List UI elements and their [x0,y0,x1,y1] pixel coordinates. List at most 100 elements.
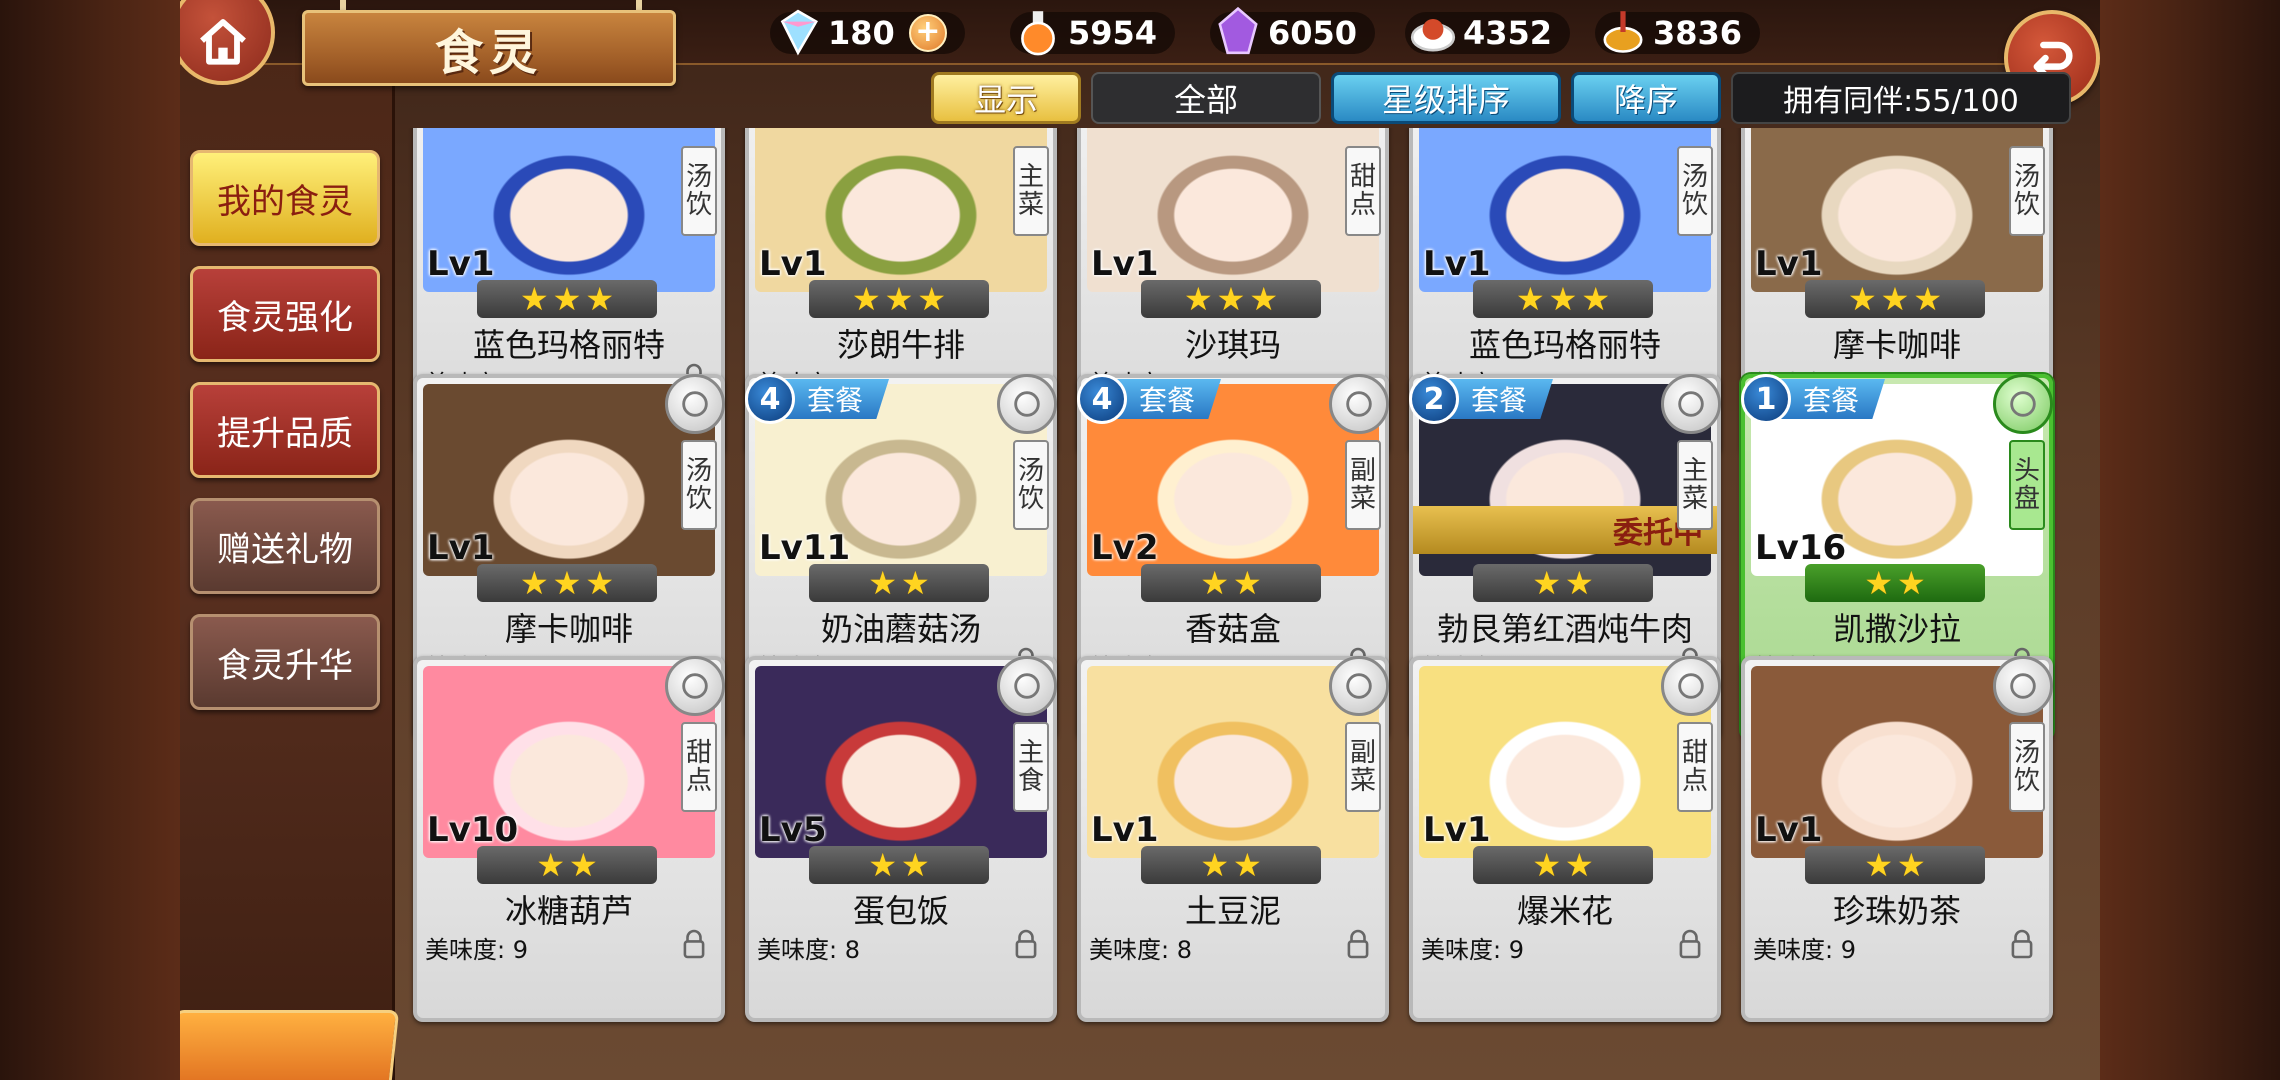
set-label: 套餐 [1115,379,1222,419]
page-title: 食灵 [302,10,676,86]
spirit-card[interactable]: Lv10 ★ ★ 冰糖葫芦 美味度: 9甜点 [413,656,725,1022]
all-filter-dropdown[interactable]: 全部 [1091,72,1321,124]
spirit-name: 凯撒沙拉 [1832,610,1961,648]
sidebar-item-my-spirits[interactable]: 我的食灵 [190,150,380,246]
spirit-card[interactable]: Lv1 ★ ★ 珍珠奶茶 美味度: 9汤饮 [1741,656,2053,1022]
spirit-card[interactable]: Lv1 ★ ★ 土豆泥 美味度: 8副菜 [1077,656,1389,1022]
dish-category-char: 副 [1349,456,1376,486]
spirit-name: 蓝色玛格丽特 [1468,326,1661,364]
dish-type-icon [1329,656,1389,716]
star-icon: ★ [519,564,549,602]
show-filter-button[interactable]: 显示 [931,72,1081,124]
dish-type-icon [1329,374,1389,434]
lock-icon[interactable] [1677,928,1703,960]
spirit-level: Lv1 [1423,244,1491,284]
star-icon: ★ [536,846,565,884]
spirit-level: Lv2 [1091,528,1159,568]
star-icon: ★ [552,564,582,602]
star-icon: ★ [1581,280,1611,318]
lock-icon[interactable] [1013,928,1039,960]
star-icon: ★ [1183,280,1213,318]
dish-type-icon [1993,656,2053,716]
dish-category-char: 饮 [2013,190,2040,220]
spirit-name: 土豆泥 [1184,892,1281,930]
dish-category: 汤饮 [681,146,717,236]
dish-category: 汤饮 [681,440,717,530]
star-icon: ★ [569,846,598,884]
orange-corner-tab[interactable] [180,1010,400,1080]
meat-food-icon [1410,19,1456,52]
star-sort-button[interactable]: 星级排序 [1331,72,1561,124]
set-label: 套餐 [1779,379,1886,419]
dish-category: 汤饮 [2009,722,2045,812]
star-rating: ★ ★ ★ [477,564,657,602]
star-icon: ★ [1897,846,1926,884]
dish-type-icon [665,374,725,434]
dish-category-char: 汤 [2013,738,2040,768]
lock-icon[interactable] [681,928,707,960]
dish-type-icon [665,656,725,716]
lock-icon[interactable] [1345,928,1371,960]
star-icon: ★ [552,280,582,318]
spirit-card-grid: Lv1★★★蓝色玛格丽特美味度: 11生命:102/102汤饮Lv1★★★莎朗牛… [405,128,2085,1080]
star-rating: ★ ★ [1473,564,1653,602]
dish-category: 头盘 [2009,440,2045,530]
star-icon: ★ [1233,564,1262,602]
taste-value: 美味度: 9 [1753,936,1856,964]
spirit-name: 奶油蘑菇汤 [820,610,981,648]
star-icon: ★ [1548,280,1578,318]
resource-drum: 3836 [1595,11,1761,54]
dish-category-char: 汤 [1681,162,1708,192]
spirit-level: Lv16 [1755,528,1847,568]
star-icon: ★ [1532,846,1561,884]
star-icon: ★ [519,280,549,318]
dish-category-char: 甜 [1681,738,1708,768]
set-meal-badge: 4 套餐 [1077,374,1222,424]
resource-value: 180 [828,14,895,52]
dish-type-icon [1993,374,2053,434]
spirit-name: 莎朗牛排 [836,326,965,364]
star-rating: ★ ★ ★ [809,280,989,318]
dish-category: 主食 [1013,722,1049,812]
lock-icon[interactable] [2009,928,2035,960]
set-meal-badge: 4 套餐 [745,374,890,424]
resource-purple-crystal: 6050 [1210,6,1376,55]
star-icon: ★ [1565,564,1594,602]
spirit-card[interactable]: Lv1 ★ ★ 爆米花 美味度: 9甜点 [1409,656,1721,1022]
add-crystal-button[interactable]: + [908,14,947,52]
purple-crystal-icon [1218,6,1258,55]
taste-value: 美味度: 9 [1421,936,1524,964]
star-icon: ★ [1864,564,1893,602]
taste-value: 美味度: 8 [757,936,860,964]
sidebar-item-gift[interactable]: 赠送礼物 [190,498,380,594]
sidebar-item-ascend[interactable]: 食灵升华 [190,614,380,710]
set-number: 4 [1077,374,1127,424]
star-icon: ★ [585,280,615,318]
set-meal-badge: 2 套餐 [1409,374,1554,424]
star-icon: ★ [884,280,914,318]
dish-category-char: 菜 [1349,766,1376,796]
drum-stick-icon [1603,11,1643,53]
sidebar-item-quality[interactable]: 提升品质 [190,382,380,478]
star-icon: ★ [1216,280,1246,318]
set-label: 套餐 [1447,379,1554,419]
set-label: 套餐 [783,379,890,419]
dish-category-char: 汤 [685,456,712,486]
dish-category-char: 饮 [1681,190,1708,220]
star-rating: ★ ★ [1805,846,1985,884]
dish-category-char: 主 [1681,456,1708,486]
spirit-level: Lv1 [759,244,827,284]
spirit-name: 蓝色玛格丽特 [472,326,665,364]
spirit-name: 勃艮第红酒炖牛肉 [1436,610,1693,648]
dish-category: 主菜 [1677,440,1713,530]
dish-type-icon [997,374,1057,434]
spirit-card[interactable]: Lv5 ★ ★ 蛋包饭 美味度: 8主食 [745,656,1057,1022]
sidebar-item-enhance[interactable]: 食灵强化 [190,266,380,362]
dish-category-char: 盘 [2013,484,2040,514]
resource-value: 5954 [1068,14,1158,52]
star-rating: ★ ★ ★ [1473,280,1653,318]
resource-potion: 5954 [1010,11,1176,56]
companion-count: 拥有同伴:55/100 [1731,72,2071,124]
descending-order-button[interactable]: 降序 [1571,72,1721,124]
dish-category: 汤饮 [1013,440,1049,530]
